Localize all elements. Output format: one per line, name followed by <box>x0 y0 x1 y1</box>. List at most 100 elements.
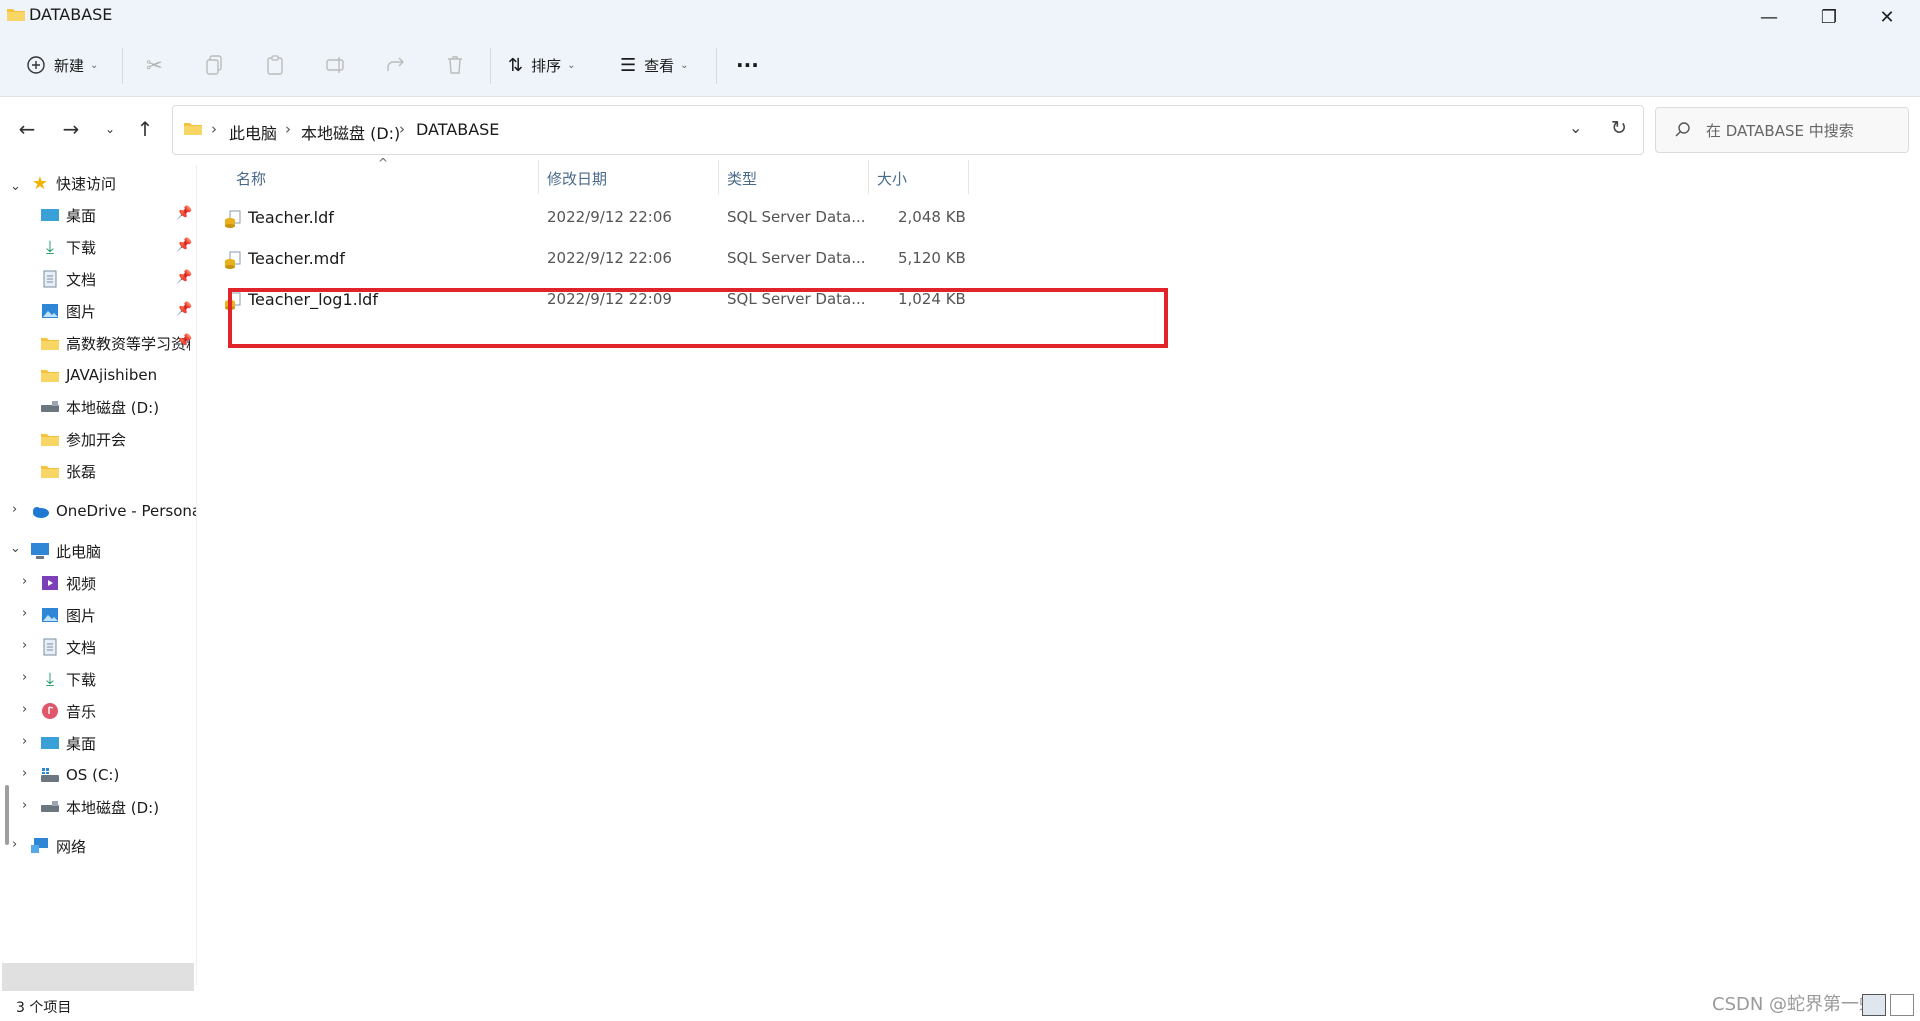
download-icon: ⤓ <box>46 668 54 690</box>
folder-icon <box>40 430 60 448</box>
breadcrumb-database[interactable]: DATABASE <box>416 120 499 139</box>
window-title: DATABASE <box>29 5 113 24</box>
sidebar-item-label: 文档 <box>66 638 97 657</box>
column-header-name[interactable]: 名称 <box>236 168 266 189</box>
sidebar-item-label: 网络 <box>56 837 87 856</box>
search-box[interactable]: 在 DATABASE 中搜索 <box>1655 107 1909 153</box>
pin-icon[interactable]: 📌 <box>176 302 192 317</box>
recent-locations-button[interactable]: ⌄ <box>95 114 125 144</box>
close-icon: ✕ <box>1879 6 1895 28</box>
sidebar-item-network[interactable]: 网络 <box>30 831 86 861</box>
picture-icon <box>40 302 60 320</box>
sidebar-item-pc-downloads[interactable]: ⤓ 下载 <box>40 664 96 694</box>
chevron-right-icon[interactable]: › <box>12 502 17 517</box>
column-divider[interactable] <box>968 160 969 194</box>
folder-icon <box>40 334 60 352</box>
restore-icon: ❐ <box>1820 6 1838 28</box>
chevron-right-icon[interactable]: › <box>22 702 27 717</box>
chevron-right-icon[interactable]: › <box>22 574 27 589</box>
cut-icon[interactable]: ✂ <box>146 48 163 82</box>
sidebar-item-os-c[interactable]: OS (C:) <box>40 760 119 790</box>
arrow-up-icon: ↑ <box>136 117 154 141</box>
sidebar-item-local-disk-d[interactable]: 本地磁盘 (D:) <box>40 392 159 422</box>
sidebar-item-documents[interactable]: 文档 <box>40 264 96 294</box>
column-header-modified[interactable]: 修改日期 <box>547 168 607 189</box>
sidebar-item-music[interactable]: 音乐 <box>40 696 96 726</box>
forward-button[interactable]: → <box>56 114 86 144</box>
chevron-right-icon[interactable]: › <box>22 638 27 653</box>
column-header-size[interactable]: 大小 <box>877 168 907 189</box>
more-options-button[interactable]: ··· <box>736 48 759 82</box>
tiles-view-icon[interactable] <box>1890 994 1914 1016</box>
sidebar-item-quick-access[interactable]: ★ 快速访问 <box>30 168 116 198</box>
sort-button[interactable]: ⇅ 排序 ⌄ <box>508 48 576 82</box>
file-row[interactable]: Teacher.ldf 2022/9/12 22:06 SQL Server D… <box>198 202 998 234</box>
breadcrumb-local-disk-d[interactable]: 本地磁盘 (D:) <box>301 120 400 144</box>
sort-arrow-up-icon: ^ <box>378 156 389 170</box>
pin-icon[interactable]: 📌 <box>176 334 192 349</box>
paste-icon[interactable] <box>265 48 285 82</box>
column-divider[interactable] <box>868 160 869 194</box>
sidebar-item-label: 桌面 <box>66 734 97 753</box>
folder-icon <box>184 123 202 135</box>
address-bar[interactable]: › 此电脑 › 本地磁盘 (D:) › DATABASE ⌄ ↻ <box>172 105 1644 155</box>
chevron-right-icon[interactable]: › <box>12 837 17 852</box>
chevron-right-icon[interactable]: › <box>22 798 27 813</box>
chevron-down-icon[interactable]: ⌄ <box>10 179 21 194</box>
refresh-icon[interactable]: ↻ <box>1611 117 1627 139</box>
document-icon <box>40 270 60 288</box>
close-button[interactable]: ✕ <box>1858 0 1916 34</box>
sidebar-item-pictures[interactable]: 图片 <box>40 296 96 326</box>
breadcrumb-this-pc[interactable]: 此电脑 <box>229 120 277 144</box>
sidebar-item-downloads[interactable]: ⤓ 下载 <box>40 232 96 262</box>
breadcrumb-separator: › <box>399 120 405 138</box>
delete-icon[interactable] <box>445 48 465 82</box>
chevron-right-icon[interactable]: › <box>22 606 27 621</box>
back-button[interactable]: ← <box>12 114 42 144</box>
sidebar-item-study-materials[interactable]: 高数教资等学习资料 <box>40 328 190 358</box>
chevron-right-icon[interactable]: › <box>22 734 27 749</box>
chevron-right-icon[interactable]: › <box>22 766 27 781</box>
chevron-right-icon[interactable]: › <box>22 670 27 685</box>
navigation-pane: ⌄ ★ 快速访问 桌面 📌 ⤓ 下载 📌 文档 📌 图片 📌 高数教资等学习资料… <box>0 165 197 991</box>
sidebar-item-pc-desktop[interactable]: 桌面 <box>40 728 96 758</box>
details-view-icon[interactable] <box>1862 994 1886 1016</box>
column-divider[interactable] <box>718 160 719 194</box>
folder-icon <box>7 9 25 21</box>
minimize-button[interactable]: — <box>1740 0 1798 34</box>
new-button[interactable]: 新建 ⌄ <box>26 48 98 82</box>
share-icon[interactable] <box>385 48 407 82</box>
sidebar-item-videos[interactable]: 视频 <box>40 568 96 598</box>
drive-icon <box>40 798 60 816</box>
restore-button[interactable]: ❐ <box>1800 0 1858 34</box>
sidebar-item-javajishiben[interactable]: JAVAjishiben <box>40 360 157 390</box>
scrollbar-thumb[interactable] <box>5 785 9 845</box>
chevron-down-icon[interactable]: ⌄ <box>10 541 21 556</box>
chevron-down-icon[interactable]: ⌄ <box>1569 118 1582 137</box>
pin-icon[interactable]: 📌 <box>176 206 192 221</box>
file-list: 名称 ^ 修改日期 类型 大小 Teacher.ldf 2022/9/12 22… <box>198 156 1920 985</box>
sidebar-item-pc-local-disk-d[interactable]: 本地磁盘 (D:) <box>40 792 159 822</box>
pin-icon[interactable]: 📌 <box>176 270 192 285</box>
sidebar-item-label: OS (C:) <box>66 766 120 784</box>
pin-icon[interactable]: 📌 <box>176 238 192 253</box>
file-row[interactable]: Teacher.mdf 2022/9/12 22:06 SQL Server D… <box>198 243 998 275</box>
copy-icon[interactable] <box>205 48 225 82</box>
sidebar-item-this-pc[interactable]: 此电脑 <box>30 536 101 566</box>
sidebar-item-zhanglei[interactable]: 张磊 <box>40 456 96 486</box>
sidebar-item-desktop[interactable]: 桌面 <box>40 200 96 230</box>
sidebar-item-meeting[interactable]: 参加开会 <box>40 424 126 454</box>
status-bar: 3 个项目 <box>0 992 1920 1021</box>
sidebar-item-pc-documents[interactable]: 文档 <box>40 632 96 662</box>
item-count: 3 个项目 <box>16 1000 72 1016</box>
music-icon <box>40 702 60 720</box>
sidebar-item-pc-pictures[interactable]: 图片 <box>40 600 96 630</box>
column-header-type[interactable]: 类型 <box>727 168 757 189</box>
sidebar-item-label: 张磊 <box>66 462 97 481</box>
view-button[interactable]: ☰ 查看 ⌄ <box>620 48 689 82</box>
column-divider[interactable] <box>538 160 539 194</box>
sidebar-item-label: 图片 <box>66 302 97 321</box>
rename-icon[interactable] <box>325 48 347 82</box>
up-button[interactable]: ↑ <box>130 114 160 144</box>
sidebar-item-onedrive[interactable]: OneDrive - Personal <box>30 496 196 526</box>
